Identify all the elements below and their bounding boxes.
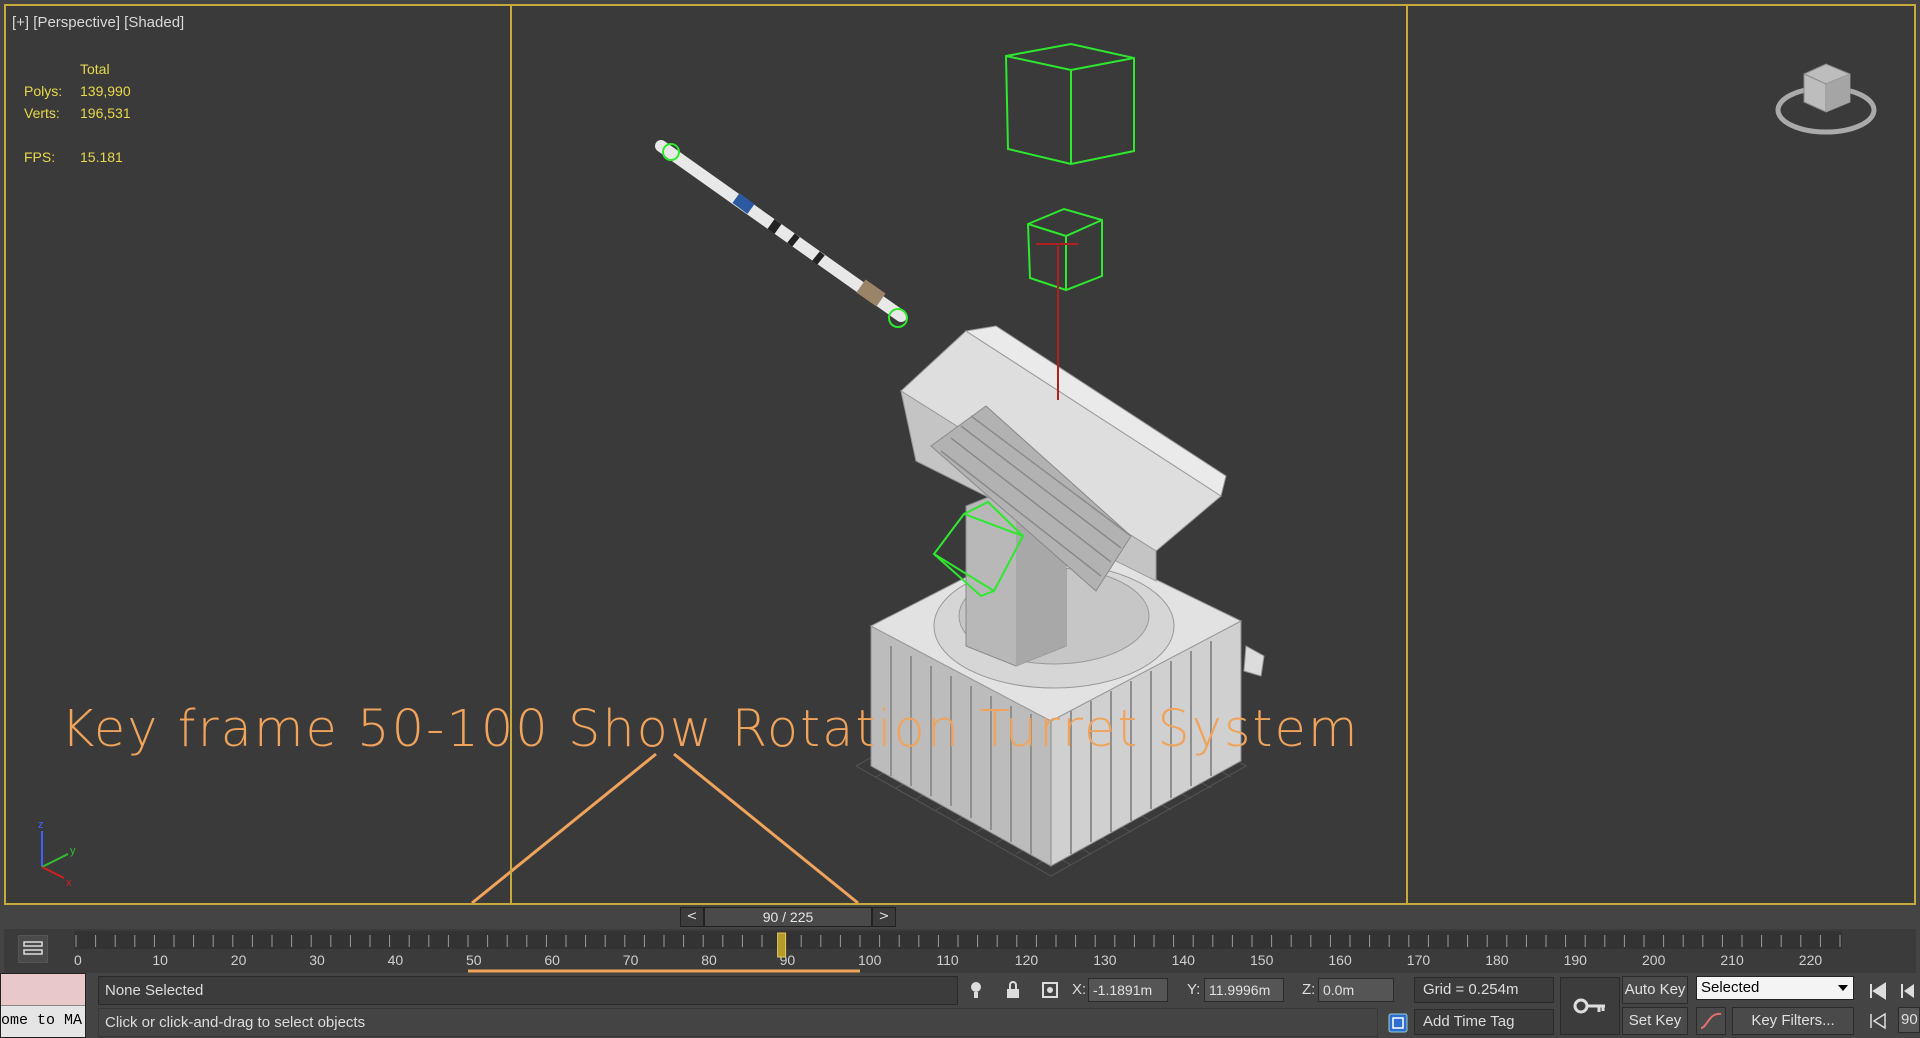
prompt-line: Click or click-and-drag to select object… (98, 1008, 1378, 1037)
safe-frame (510, 6, 1408, 903)
isolate-selection-icon[interactable] (964, 978, 988, 1002)
key-mode-selected: Selected (1701, 979, 1760, 996)
trackbar-tick-label: 40 (388, 952, 404, 968)
trackbar-tick-label: 200 (1642, 952, 1666, 968)
trackbar-tick-label: 0 (74, 952, 82, 968)
time-slider-prev-button[interactable]: < (680, 907, 704, 927)
selection-lock-icon[interactable] (1001, 978, 1025, 1002)
key-icon (1573, 998, 1605, 1014)
viewport-label: [+] [Perspective] [Shaded] (12, 14, 184, 31)
svg-text:z: z (38, 819, 44, 831)
time-tag-icon[interactable] (1386, 1011, 1410, 1035)
trackbar-tick-label: 120 (1015, 952, 1039, 968)
trackbar-tick-label: 130 (1093, 952, 1117, 968)
trackbar-tick-label: 170 (1407, 952, 1431, 968)
svg-text:x: x (66, 877, 72, 889)
status-bar: ome to MA None Selected Click or click-a… (0, 973, 1920, 1038)
set-keys-button[interactable] (1560, 977, 1620, 1035)
trackbar-ruler[interactable]: 0 10 20 30 40 50 60 70 80 90 100 110 120 130 140 150 160… (4, 929, 1916, 973)
trackbar-tick-label: 30 (309, 952, 325, 968)
current-frame-field[interactable]: 90 (1898, 1007, 1920, 1033)
verts-value: 196,531 (80, 105, 131, 121)
trackbar-tick-label: 220 (1799, 952, 1823, 968)
x-label: X: (1072, 981, 1087, 998)
annotation-text: Key frame 50-100 Show Rotation Turret Sy… (61, 700, 1360, 759)
viewport-menu-shading[interactable]: [Shaded] (124, 14, 184, 31)
key-mode-toggle-icon[interactable] (1866, 1009, 1890, 1033)
polys-value: 139,990 (80, 83, 131, 99)
trackbar-tick-label: 190 (1564, 952, 1588, 968)
time-slider-next-button[interactable]: > (872, 907, 896, 927)
chevron-down-icon (1838, 985, 1848, 991)
key-filters-button[interactable]: Key Filters... (1732, 1007, 1854, 1035)
perspective-viewport[interactable]: z y x [+] [Perspective] [Shaded] Total P… (4, 4, 1916, 905)
time-slider-thumb[interactable]: 90 / 225 (704, 907, 872, 927)
verts-label: Verts: (24, 105, 60, 121)
stats-header: Total (80, 61, 110, 77)
viewport-menu-view[interactable]: [Perspective] (33, 14, 120, 31)
go-to-start-icon[interactable] (1866, 979, 1890, 1003)
default-tangent-button[interactable] (1696, 1007, 1726, 1035)
viewport-statistics: Total Polys: 139,990 Verts: 196,531 FPS: 15… (24, 58, 131, 168)
add-time-tag-button[interactable]: Add Time Tag (1414, 1009, 1554, 1035)
trackbar-tick-label: 50 (466, 952, 482, 968)
3dsmax-window: z y x [+] [Perspective] [Shaded] Total P… (0, 0, 1920, 1038)
trackbar-tick-label: 20 (231, 952, 247, 968)
axis-tripod: z y x (38, 819, 76, 889)
fps-label: FPS: (24, 149, 56, 165)
trackbar-tick-label: 70 (623, 952, 639, 968)
trackbar-tick-label: 150 (1250, 952, 1274, 968)
z-label: Z: (1302, 981, 1316, 998)
trackbar-tick-label: 160 (1328, 952, 1352, 968)
current-frame-marker[interactable] (777, 932, 787, 958)
tangent-curve-icon (1700, 1012, 1722, 1029)
track-bar[interactable]: 0 10 20 30 40 50 60 70 80 90 100 110 120 130 140 150 160… (4, 929, 1916, 973)
trackbar-tick-label: 140 (1172, 952, 1196, 968)
trackbar-tick-label: 100 (858, 952, 882, 968)
maxscript-output[interactable] (1, 974, 85, 1006)
key-mode-dropdown[interactable]: Selected (1696, 976, 1854, 1000)
previous-frame-icon[interactable] (1896, 979, 1920, 1003)
viewport-menu-plus[interactable]: [+] (12, 14, 29, 31)
selection-status: None Selected (98, 976, 958, 1005)
trackbar-tick-label: 110 (936, 952, 959, 968)
grid-size: Grid = 0.254m (1414, 977, 1554, 1003)
trackbar-tick-label: 80 (701, 952, 717, 968)
absolute-transform-icon[interactable] (1038, 978, 1062, 1002)
x-coordinate-input[interactable]: -1.1891m (1088, 978, 1168, 1002)
set-key-button[interactable]: Set Key (1622, 1007, 1688, 1035)
trackbar-tick-label: 60 (544, 952, 560, 968)
trackbar-tick-label: 10 (152, 952, 168, 968)
y-label: Y: (1187, 981, 1201, 998)
z-coordinate-input[interactable]: 0.0m (1318, 978, 1394, 1002)
fps-value: 15.181 (80, 149, 123, 165)
polys-label: Polys: (24, 83, 63, 99)
maxscript-input[interactable]: ome to MA (1, 1006, 85, 1038)
auto-key-button[interactable]: Auto Key (1622, 976, 1688, 1004)
maxscript-listener[interactable]: ome to MA (0, 973, 86, 1038)
trackbar-tick-label: 180 (1485, 952, 1509, 968)
svg-text:y: y (70, 845, 76, 857)
time-slider[interactable]: < 90 / 225 > (4, 906, 1916, 928)
trackbar-tick-label: 210 (1720, 952, 1744, 968)
viewcube-icon[interactable] (1774, 52, 1878, 138)
y-coordinate-input[interactable]: 11.9996m (1204, 978, 1284, 1002)
